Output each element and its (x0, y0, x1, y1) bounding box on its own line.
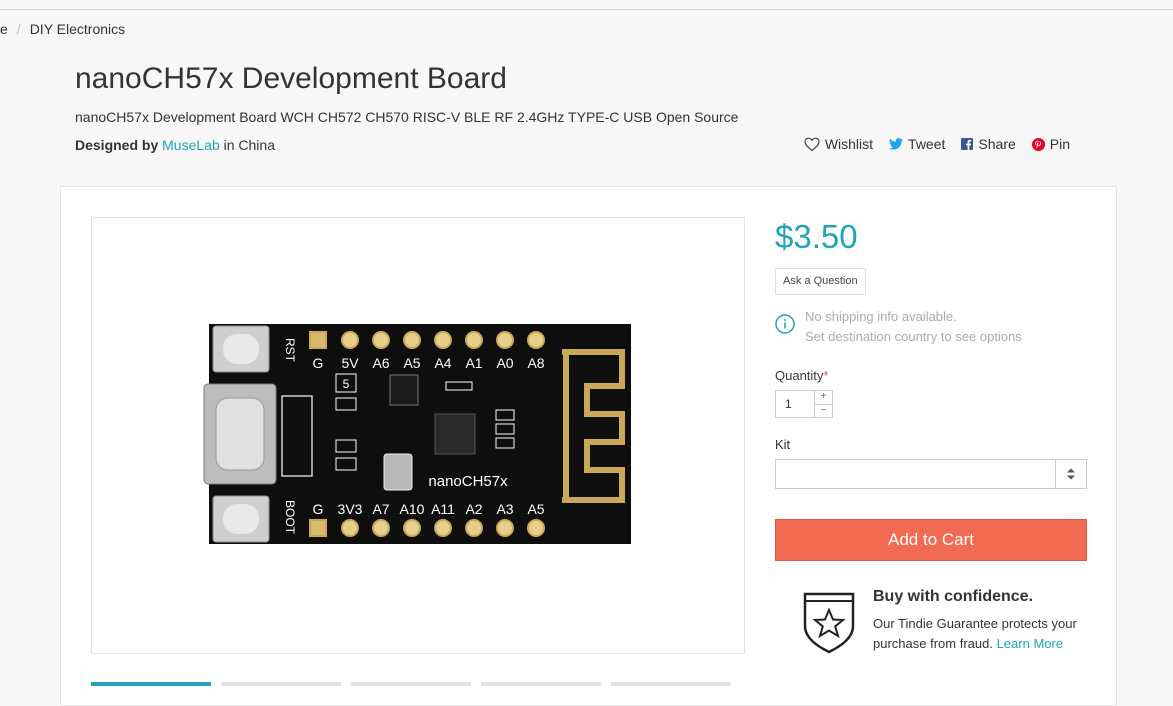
heart-icon (804, 137, 820, 151)
breadcrumb-category[interactable]: DIY Electronics (30, 21, 125, 37)
product-subtitle: nanoCH57x Development Board WCH CH572 CH… (75, 109, 739, 125)
breadcrumb: e / DIY Electronics (0, 21, 125, 37)
wishlist-button[interactable]: Wishlist (804, 136, 873, 152)
image-thumbnails (91, 682, 731, 686)
designer-info: Designed by MuseLab in China (75, 137, 275, 153)
quantity-increase-button[interactable]: + (815, 391, 832, 404)
rst-button (212, 325, 270, 373)
shipping-line-1: No shipping info available. (805, 309, 957, 324)
pin-label: A0 (496, 355, 513, 371)
board-marking: 5 (343, 377, 350, 391)
shipping-info: No shipping info available. Set destinat… (775, 307, 1022, 347)
ask-question-button[interactable]: Ask a Question (775, 268, 866, 295)
boot-label: BOOT (283, 500, 297, 535)
rst-label: RST (283, 338, 297, 363)
thumbnail[interactable] (481, 682, 601, 686)
wishlist-label: Wishlist (824, 136, 874, 152)
pin-label: A8 (527, 355, 544, 371)
confidence-title: Buy with confidence. (873, 588, 1034, 605)
quantity-stepper: + − (775, 390, 833, 418)
page-title: nanoCH57x Development Board (75, 62, 507, 95)
select-arrows-icon (1055, 460, 1086, 488)
pin-label: A5 (403, 355, 420, 371)
designer-location: in China (223, 137, 275, 153)
twitter-icon (889, 138, 904, 150)
quantity-input[interactable] (776, 391, 814, 417)
confidence-text: Our Tindie Guarantee protects your purch… (873, 614, 1083, 654)
thumbnail[interactable] (221, 682, 341, 686)
tweet-label: Tweet (908, 136, 946, 152)
boot-button (212, 495, 270, 543)
pin-label: G (313, 355, 324, 371)
pin-label: 3V3 (338, 501, 363, 517)
required-mark: * (823, 368, 829, 383)
pinterest-icon (1031, 137, 1045, 151)
pin-button[interactable]: Pin (1031, 136, 1070, 152)
usb-c-connector (203, 383, 277, 485)
kit-label: Kit (775, 437, 791, 452)
social-actions: Wishlist Tweet Share Pin (804, 136, 1070, 152)
share-label: Share (978, 136, 1016, 152)
pin-label: G (313, 501, 324, 517)
learn-more-link[interactable]: Learn More (997, 636, 1063, 651)
shield-star-icon (803, 592, 855, 654)
kit-select[interactable] (775, 459, 1087, 489)
share-button[interactable]: Share (961, 136, 1016, 152)
board-name: nanoCH57x (428, 473, 508, 490)
pin-label: Pin (1049, 136, 1070, 152)
quantity-decrease-button[interactable]: − (815, 403, 832, 418)
pin-label: A1 (465, 355, 482, 371)
pin-label: A3 (496, 501, 513, 517)
price: $3.50 (775, 218, 858, 255)
buy-with-confidence: Buy with confidence. Our Tindie Guarante… (873, 588, 1083, 654)
breadcrumb-separator: / (16, 21, 21, 37)
pin-label: A4 (434, 355, 451, 371)
designer-link[interactable]: MuseLab (162, 137, 220, 153)
pin-label: A7 (372, 501, 389, 517)
designed-by-label: Designed by (75, 137, 159, 153)
shipping-line-2: Set destination country to see options (805, 329, 1022, 344)
quantity-label: Quantity* (775, 368, 828, 383)
top-divider (0, 9, 1173, 10)
pin-label: A5 (527, 501, 544, 517)
pin-label: A2 (465, 501, 482, 517)
add-to-cart-button[interactable]: Add to Cart (775, 519, 1087, 561)
thumbnail[interactable] (91, 682, 211, 686)
info-icon (775, 314, 795, 334)
pin-label: A10 (400, 501, 425, 517)
tweet-button[interactable]: Tweet (889, 136, 945, 152)
pin-label: A11 (431, 501, 455, 517)
product-image-frame[interactable]: G 5V A6 A5 A4 A1 A0 A8 G 3V3 A7 A10 A11 … (91, 217, 745, 654)
product-image: G 5V A6 A5 A4 A1 A0 A8 G 3V3 A7 A10 A11 … (203, 324, 631, 544)
facebook-icon (961, 138, 974, 150)
thumbnail[interactable] (611, 682, 731, 686)
quantity-label-text: Quantity (775, 368, 824, 383)
pin-label: 5V (341, 355, 359, 371)
pin-label: A6 (372, 355, 389, 371)
thumbnail[interactable] (351, 682, 471, 686)
breadcrumb-home[interactable]: e (0, 21, 8, 37)
